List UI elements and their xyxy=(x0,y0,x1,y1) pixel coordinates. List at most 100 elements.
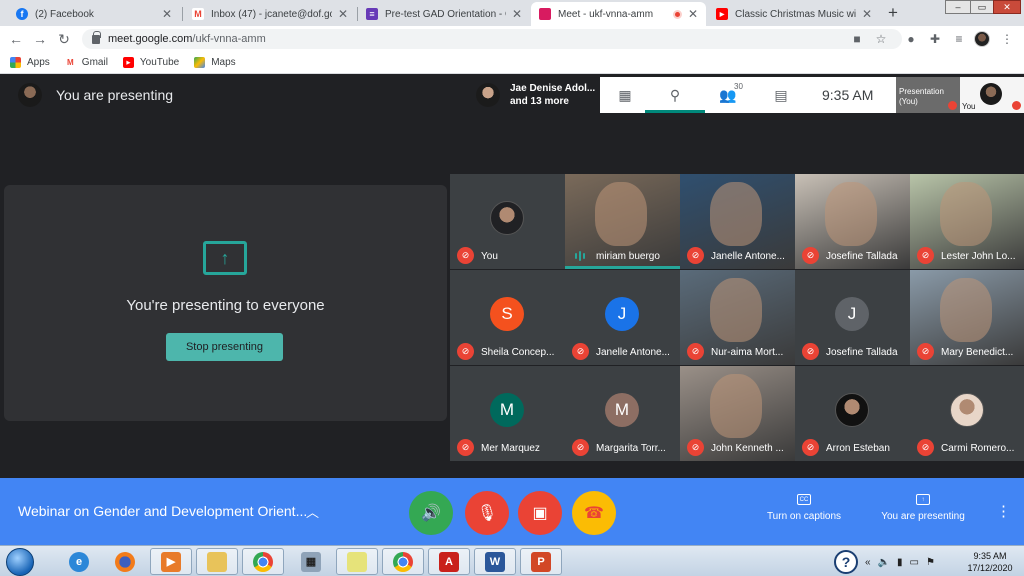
leave-call-button[interactable]: ☎ xyxy=(572,491,616,535)
kebab-menu-icon[interactable]: ⋮ xyxy=(996,502,1011,520)
participant-tile[interactable]: M ⊘ Margarita Torr... xyxy=(565,366,680,461)
speaking-indicator-icon xyxy=(575,251,585,261)
reload-icon[interactable]: ↻ xyxy=(55,30,73,48)
minimize-button[interactable]: – xyxy=(945,0,971,14)
captions-button[interactable]: CC Turn on captions xyxy=(760,494,848,522)
participant-tile[interactable]: S ⊘ Sheila Concep... xyxy=(450,270,565,365)
url-path: /ukf-vnna-amm xyxy=(192,33,266,45)
participant-tile[interactable]: J ⊘ Janelle Antone... xyxy=(565,270,680,365)
bookmark-maps[interactable]: Maps xyxy=(194,57,236,68)
apps-grid-icon xyxy=(10,57,21,68)
forward-arrow-icon[interactable]: → xyxy=(31,30,49,48)
taskbar-sticky-notes[interactable] xyxy=(336,548,378,575)
camera-in-use-icon[interactable]: ■ xyxy=(850,32,864,46)
close-icon[interactable]: ✕ xyxy=(162,7,172,21)
avatar: S xyxy=(490,297,524,331)
chat-icon[interactable]: ▤ xyxy=(771,86,791,104)
close-window-button[interactable]: ✕ xyxy=(993,0,1021,14)
taskbar-explorer[interactable] xyxy=(196,548,238,575)
chevron-up-icon[interactable]: ︿ xyxy=(306,502,319,521)
profile-avatar[interactable] xyxy=(974,31,990,47)
star-icon[interactable]: ☆ xyxy=(874,32,888,46)
speaker-icon: 🔊 xyxy=(421,505,441,522)
participant-name: Nur-aima Mort... xyxy=(711,347,784,358)
participant-tile[interactable]: ⊘ Josefine Tallada xyxy=(795,174,910,269)
taskbar-acrobat[interactable]: A xyxy=(428,548,470,575)
participant-tile[interactable]: ⊘ Carmi Romero... xyxy=(910,366,1024,461)
speaker-button[interactable]: 🔊 xyxy=(409,491,453,535)
account-icon[interactable]: ● xyxy=(904,32,918,46)
tab-meet[interactable]: Meet - ukf-vnna-amm ✕ xyxy=(531,2,706,26)
browser-toolbar: ← → ↻ meet.google.com/ukf-vnna-amm ■ ☆ ●… xyxy=(0,26,1024,52)
tab-label: (2) Facebook xyxy=(35,8,94,20)
taskbar-powerpoint[interactable]: P xyxy=(520,548,562,575)
people-icon[interactable]: 👥 30 xyxy=(718,82,743,104)
bookmark-apps[interactable]: Apps xyxy=(10,57,50,68)
new-tab-button[interactable]: + xyxy=(888,3,898,23)
participant-tile[interactable]: ⊘ John Kenneth ... xyxy=(680,366,795,461)
extensions-puzzle-icon[interactable]: ✚ xyxy=(928,32,942,46)
mic-off-icon: 🎙 xyxy=(476,505,498,522)
bookmark-gmail[interactable]: M Gmail xyxy=(65,57,108,68)
participants-chip[interactable]: Jae Denise Adol... and 13 more xyxy=(470,77,600,113)
address-bar[interactable]: meet.google.com/ukf-vnna-amm xyxy=(82,29,902,49)
participant-tile[interactable]: ⊘ Nur-aima Mort... xyxy=(680,270,795,365)
media-queue-icon[interactable]: ≡ xyxy=(952,32,966,46)
volume-icon[interactable]: 🔈 xyxy=(878,557,890,568)
presentation-thumbnail[interactable]: Presentation (You) xyxy=(896,77,960,113)
camera-toggle-button[interactable]: ▣ xyxy=(518,491,562,535)
close-icon[interactable]: ✕ xyxy=(862,7,872,21)
back-arrow-icon[interactable]: ← xyxy=(7,30,25,48)
participant-tile[interactable]: ⊘ Mary Benedict... xyxy=(910,270,1024,365)
taskbar-firefox[interactable] xyxy=(104,548,146,575)
pin-user-icon[interactable]: ⚲ xyxy=(645,86,705,113)
close-icon[interactable]: ✕ xyxy=(512,7,522,21)
participant-name: Josefine Tallada xyxy=(826,347,898,358)
close-icon[interactable]: ✕ xyxy=(338,7,348,21)
participant-tile[interactable]: J ⊘ Josefine Tallada xyxy=(795,270,910,365)
network-icon[interactable]: ▮ xyxy=(897,557,903,568)
stop-presenting-button[interactable]: Stop presenting xyxy=(166,333,283,361)
present-button[interactable]: ↑ You are presenting xyxy=(874,494,972,522)
bookmark-label: Apps xyxy=(27,57,50,68)
captions-icon: CC xyxy=(797,494,811,505)
tray-expand-icon[interactable]: « xyxy=(865,557,871,568)
tab-forms[interactable]: ≡ Pre-test GAD Orientation - Goo ✕ xyxy=(358,2,530,26)
taskbar-chrome[interactable] xyxy=(242,548,284,575)
participant-tile[interactable]: ⊘ Arron Esteban xyxy=(795,366,910,461)
participant-name: John Kenneth ... xyxy=(711,443,784,454)
participant-tile[interactable]: ⊘ Janelle Antone... xyxy=(680,174,795,269)
taskbar-word[interactable]: W xyxy=(474,548,516,575)
mic-off-icon: ⊘ xyxy=(917,439,934,456)
participant-tile[interactable]: ⊘ You xyxy=(450,174,565,269)
tab-gmail[interactable]: M Inbox (47) - jcanete@dof.gov.ph ✕ xyxy=(184,2,356,26)
participant-tile[interactable]: ⊘ Lester John Lo... xyxy=(910,174,1024,269)
kebab-menu-icon[interactable]: ⋮ xyxy=(1000,32,1014,46)
calculator-icon: ▦ xyxy=(301,551,321,572)
close-icon[interactable]: ✕ xyxy=(688,7,698,21)
taskbar-ie[interactable]: e xyxy=(58,548,100,575)
maximize-button[interactable]: ▭ xyxy=(970,0,994,14)
participant-tile[interactable]: M ⊘ Mer Marquez xyxy=(450,366,565,461)
flag-icon[interactable]: ⚑ xyxy=(926,557,935,568)
tab-facebook[interactable]: f (2) Facebook ✕ xyxy=(8,2,180,26)
taskbar-media-player[interactable]: ▶ xyxy=(150,548,192,575)
presenting-banner-text: You are presenting xyxy=(56,87,174,103)
taskbar-calculator[interactable]: ▦ xyxy=(290,548,332,575)
self-thumbnail[interactable]: You xyxy=(960,77,1024,113)
start-button[interactable] xyxy=(6,548,34,576)
video-feed xyxy=(825,182,877,246)
mic-toggle-button[interactable]: 🎙 xyxy=(465,491,509,535)
help-icon[interactable]: ? xyxy=(834,550,858,574)
layout-grid-icon[interactable]: ▦ xyxy=(615,86,635,104)
tab-youtube[interactable]: ▶ Classic Christmas Music with a F ✕ xyxy=(708,2,880,26)
bookmark-label: Gmail xyxy=(81,57,108,68)
participant-tile[interactable]: miriam buergo xyxy=(565,174,680,269)
system-clock[interactable]: 9:35 AM 17/12/2020 xyxy=(960,550,1020,574)
battery-icon[interactable]: ▭ xyxy=(910,557,919,568)
bookmark-youtube[interactable]: ▶ YouTube xyxy=(122,57,179,68)
taskbar-chrome-2[interactable] xyxy=(382,548,424,575)
mic-off-icon: ⊘ xyxy=(802,439,819,456)
meeting-title[interactable]: Webinar on Gender and Development Orient… xyxy=(18,503,307,519)
mic-off-icon: ⊘ xyxy=(457,343,474,360)
